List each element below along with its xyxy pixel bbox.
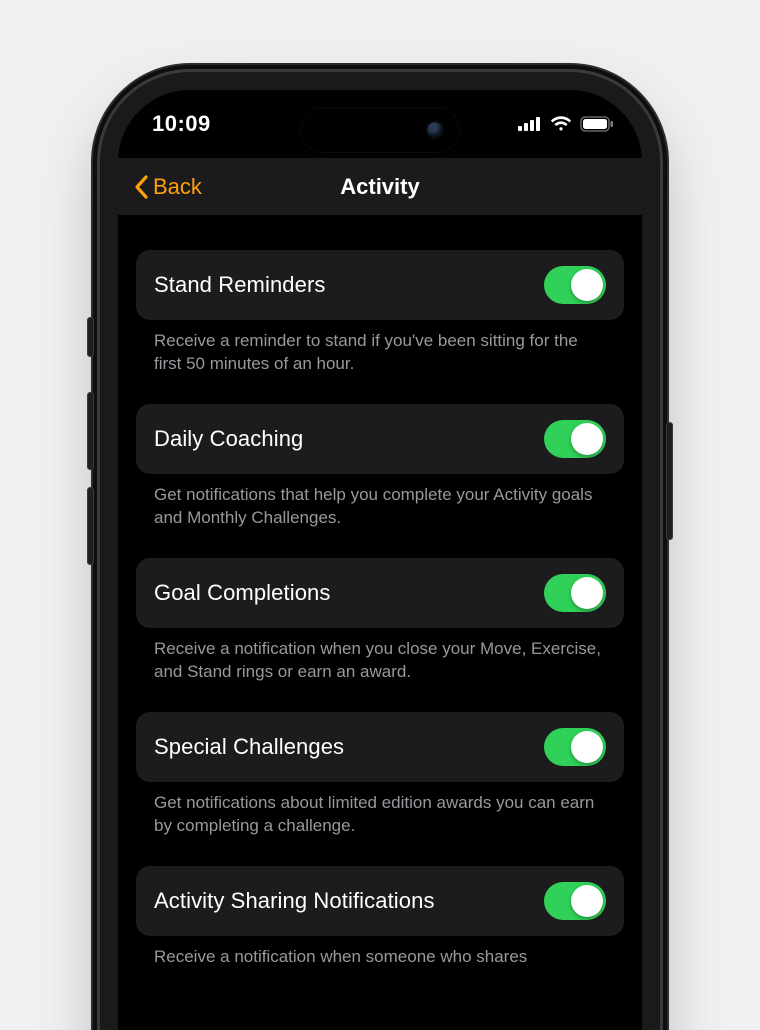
row-daily-coaching: Daily Coaching xyxy=(136,404,624,474)
row-special-challenges: Special Challenges xyxy=(136,712,624,782)
back-label: Back xyxy=(153,174,202,200)
status-indicators xyxy=(518,116,614,132)
battery-icon xyxy=(580,116,614,132)
row-label: Daily Coaching xyxy=(154,426,303,452)
toggle-special-challenges[interactable] xyxy=(544,728,606,766)
row-stand-reminders: Stand Reminders xyxy=(136,250,624,320)
row-description: Get notifications that help you complete… xyxy=(136,474,624,558)
settings-list: Stand Reminders Receive a reminder to st… xyxy=(118,216,642,996)
chevron-left-icon xyxy=(134,175,149,199)
toggle-daily-coaching[interactable] xyxy=(544,420,606,458)
row-description: Receive a notification when you close yo… xyxy=(136,628,624,712)
row-label: Stand Reminders xyxy=(154,272,325,298)
volume-up-button[interactable] xyxy=(87,392,94,470)
row-description: Receive a notification when someone who … xyxy=(136,936,624,997)
back-button[interactable]: Back xyxy=(128,158,208,215)
mute-switch[interactable] xyxy=(87,317,94,357)
volume-down-button[interactable] xyxy=(87,487,94,565)
status-time: 10:09 xyxy=(152,111,211,137)
toggle-goal-completions[interactable] xyxy=(544,574,606,612)
row-label: Activity Sharing Notifications xyxy=(154,888,435,914)
page-title: Activity xyxy=(340,174,419,200)
cellular-icon xyxy=(518,117,542,131)
front-camera xyxy=(427,122,443,138)
phone-frame: 10:09 xyxy=(100,72,660,1030)
row-label: Special Challenges xyxy=(154,734,344,760)
toggle-activity-sharing-notifications[interactable] xyxy=(544,882,606,920)
row-description: Get notifications about limited edition … xyxy=(136,782,624,866)
screen: 10:09 xyxy=(118,90,642,1030)
row-label: Goal Completions xyxy=(154,580,330,606)
dynamic-island xyxy=(301,108,459,152)
navigation-bar: Back Activity xyxy=(118,158,642,216)
wifi-icon xyxy=(550,116,572,132)
row-activity-sharing-notifications: Activity Sharing Notifications xyxy=(136,866,624,936)
toggle-knob xyxy=(571,577,603,609)
viewport: 10:09 xyxy=(0,0,760,1030)
toggle-knob xyxy=(571,731,603,763)
toggle-knob xyxy=(571,269,603,301)
row-goal-completions: Goal Completions xyxy=(136,558,624,628)
toggle-knob xyxy=(571,423,603,455)
power-button[interactable] xyxy=(666,422,673,540)
toggle-knob xyxy=(571,885,603,917)
toggle-stand-reminders[interactable] xyxy=(544,266,606,304)
row-description: Receive a reminder to stand if you've be… xyxy=(136,320,624,404)
